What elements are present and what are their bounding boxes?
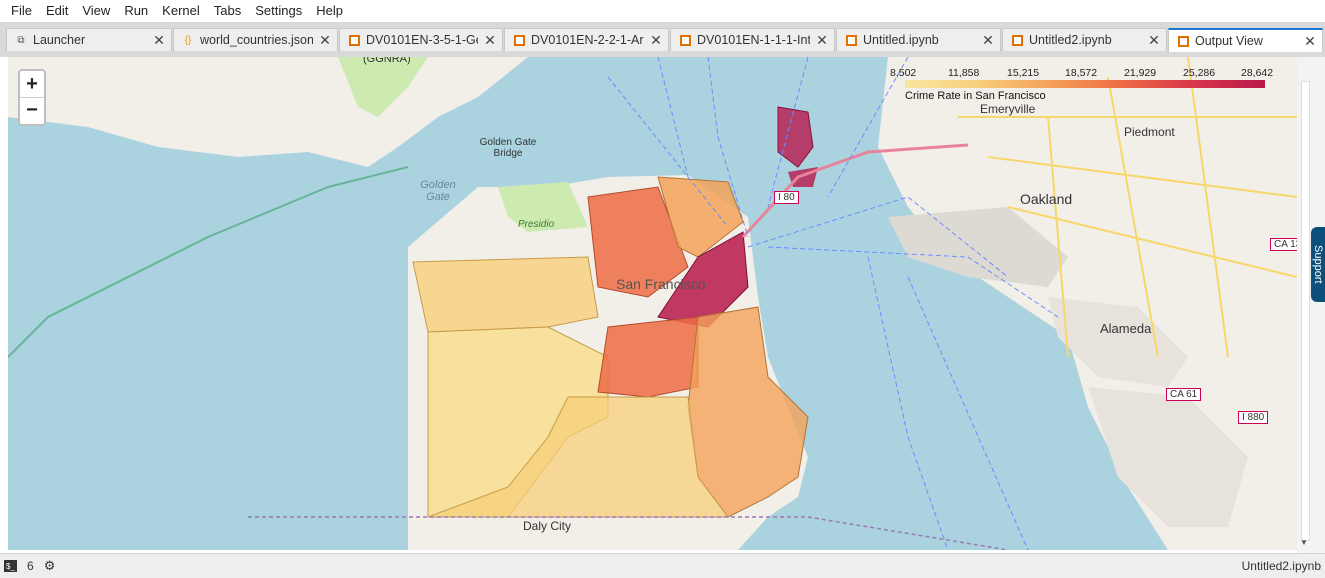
marin-land xyxy=(8,57,528,167)
tab-untitled2-ipynb[interactable]: Untitled2.ipynb ✕ xyxy=(1002,28,1167,51)
notebook-icon xyxy=(348,34,360,46)
menu-item-edit[interactable]: Edit xyxy=(39,0,75,22)
label-oakland: Oakland xyxy=(1020,191,1073,207)
notebook-icon xyxy=(1011,34,1023,46)
label-golden-gate: Golden Gate xyxy=(420,179,456,203)
legend-tick: 15,215 xyxy=(1007,67,1040,79)
tab-label: Untitled2.ipynb xyxy=(1029,33,1112,47)
notebook-icon xyxy=(845,34,857,46)
tab-label: DV0101EN-1-1-1-Intro xyxy=(697,33,810,47)
label-i880: I 880 xyxy=(1238,411,1269,424)
legend-ticks: 8,502 11,858 15,215 18,572 21,929 25,286 28,64… xyxy=(890,67,1280,81)
legend-tick: 25,286 xyxy=(1183,67,1216,79)
tab-output-view[interactable]: Output View ✕ xyxy=(1168,28,1323,52)
json-icon: {} xyxy=(184,34,192,46)
map-canvas xyxy=(8,57,1297,550)
label-ca13: CA 13 xyxy=(1270,238,1297,251)
label-ggnra: (GGNRA) xyxy=(363,57,411,65)
menu-item-tabs[interactable]: Tabs xyxy=(207,0,248,22)
menu-item-file[interactable]: File xyxy=(4,0,39,22)
menu-item-run[interactable]: Run xyxy=(117,0,155,22)
close-icon[interactable]: ✕ xyxy=(980,32,996,49)
zoom-control: + − xyxy=(18,69,46,126)
label-daly-city: Daly City xyxy=(523,519,572,533)
legend-color-bar xyxy=(905,80,1265,88)
label-san-francisco: San Francisco xyxy=(616,276,706,292)
notebook-icon xyxy=(679,34,691,46)
zoom-in-button[interactable]: + xyxy=(20,71,44,97)
launcher-icon: ⧉ xyxy=(17,34,25,46)
close-icon[interactable]: ✕ xyxy=(482,32,498,49)
menu-item-kernel[interactable]: Kernel xyxy=(155,0,207,22)
kernel-icon[interactable]: ⚙ xyxy=(44,558,56,574)
tab-label: DV0101EN-2-2-1-Area xyxy=(531,33,644,47)
choropleth-map[interactable]: (GGNRA) Golden Gate Bridge Golden Gate P… xyxy=(8,57,1297,550)
legend-tick: 18,572 xyxy=(1065,67,1098,79)
district-richmond-sunset xyxy=(412,256,599,333)
terminal-icon[interactable]: $_ xyxy=(4,560,17,572)
zoom-out-button[interactable]: − xyxy=(20,97,44,123)
scrollbar-thumb[interactable] xyxy=(1301,81,1310,541)
tab-label: world_countries.json xyxy=(200,33,313,47)
menu-item-help[interactable]: Help xyxy=(309,0,350,22)
menu-item-settings[interactable]: Settings xyxy=(248,0,309,22)
close-icon[interactable]: ✕ xyxy=(1146,32,1162,49)
tab-label: Output View xyxy=(1195,34,1263,48)
color-legend: 8,502 11,858 15,215 18,572 21,929 25,286 28,64… xyxy=(890,67,1280,107)
support-side-tab[interactable]: Support xyxy=(1311,227,1325,302)
notebook-icon xyxy=(1177,35,1189,47)
close-icon[interactable]: ✕ xyxy=(814,32,830,49)
tab-bar: ⧉ Launcher ✕{} world_countries.json ✕ DV0101E… xyxy=(0,22,1325,57)
legend-tick: 21,929 xyxy=(1124,67,1157,79)
tab-label: Launcher xyxy=(33,33,86,47)
close-icon[interactable]: ✕ xyxy=(151,32,167,49)
tab-dv0101en-2-2-1-area[interactable]: DV0101EN-2-2-1-Area ✕ xyxy=(504,28,669,51)
status-bar: $_ 6 ⚙ Untitled2.ipynb xyxy=(0,553,1325,578)
tab-dv0101en-1-1-1-intro[interactable]: DV0101EN-1-1-1-Intro ✕ xyxy=(670,28,835,51)
treasure-island xyxy=(777,106,814,168)
label-golden-gate-bridge: Golden Gate Bridge xyxy=(479,137,537,159)
tab-label: Untitled.ipynb xyxy=(863,33,939,47)
close-icon[interactable]: ✕ xyxy=(648,32,664,49)
district-mission xyxy=(597,316,699,398)
legend-tick: 11,858 xyxy=(948,67,980,79)
tab-launcher[interactable]: ⧉ Launcher ✕ xyxy=(6,28,172,51)
label-presidio: Presidio xyxy=(518,219,555,230)
legend-caption: Crime Rate in San Francisco xyxy=(905,90,1046,102)
status-filename: Untitled2.ipynb xyxy=(1241,559,1321,573)
label-i80: I 80 xyxy=(774,191,799,204)
scroll-down-arrow-icon[interactable]: ▼ xyxy=(1300,538,1308,547)
menu-bar: File Edit View Run Kernel Tabs Settings Help xyxy=(0,0,1325,22)
label-ca61: CA 61 xyxy=(1166,388,1202,401)
legend-tick: 28,642 xyxy=(1241,67,1274,79)
county-boundary xyxy=(8,166,409,358)
close-icon[interactable]: ✕ xyxy=(317,32,333,49)
notebook-icon xyxy=(513,34,525,46)
label-alameda: Alameda xyxy=(1100,321,1152,336)
kernel-count: 6 xyxy=(27,559,34,573)
tab-label: DV0101EN-3-5-1-Gene xyxy=(366,33,478,47)
output-view-pane: (GGNRA) Golden Gate Bridge Golden Gate P… xyxy=(0,57,1325,553)
tab-world-countries-json[interactable]: {} world_countries.json ✕ xyxy=(173,28,338,51)
tab-dv0101en-3-5-1-gene[interactable]: DV0101EN-3-5-1-Gene ✕ xyxy=(339,28,503,51)
vertical-scrollbar[interactable]: ▼ xyxy=(1297,57,1325,553)
menu-item-view[interactable]: View xyxy=(75,0,117,22)
legend-tick: 8,502 xyxy=(890,67,917,79)
close-icon[interactable]: ✕ xyxy=(1302,33,1318,50)
label-piedmont: Piedmont xyxy=(1124,125,1175,139)
tab-untitled-ipynb[interactable]: Untitled.ipynb ✕ xyxy=(836,28,1001,51)
